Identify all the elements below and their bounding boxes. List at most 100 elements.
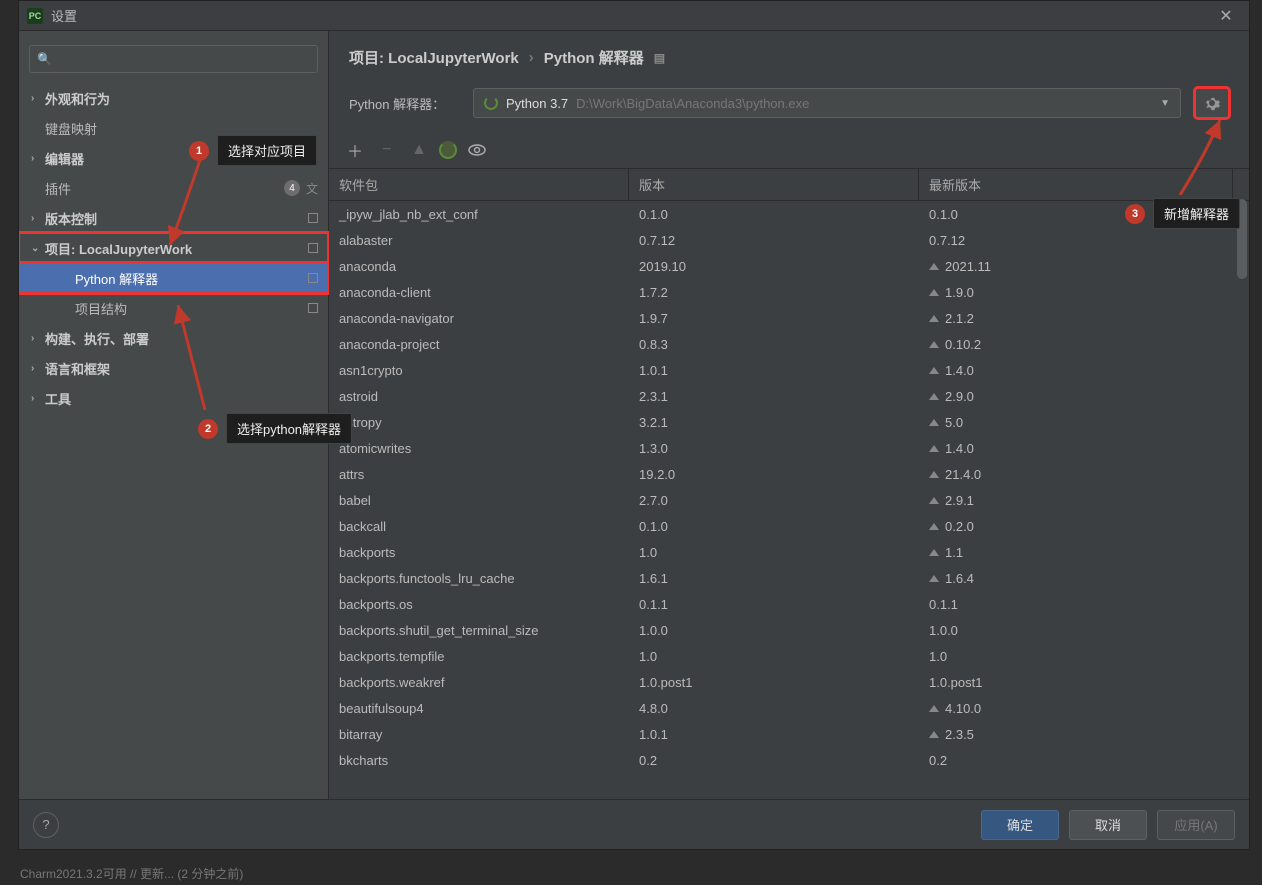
sidebar-item-10[interactable]: ›工具 — [19, 383, 328, 413]
upgrade-available-icon — [929, 523, 939, 530]
sidebar-item-2[interactable]: ›编辑器 — [19, 143, 328, 173]
package-name: attrs — [329, 467, 629, 482]
expander-icon: › — [31, 333, 45, 344]
package-name: bitarray — [329, 727, 629, 742]
package-name: anaconda-navigator — [329, 311, 629, 326]
sidebar-item-5[interactable]: ⌄项目: LocalJupyterWork — [19, 233, 328, 263]
package-table-header: 软件包 版本 最新版本 — [329, 169, 1249, 201]
package-name: astroid — [329, 389, 629, 404]
package-row[interactable]: asn1crypto1.0.11.4.0 — [329, 357, 1249, 383]
sidebar-item-9[interactable]: ›语言和框架 — [19, 353, 328, 383]
package-name: backports.functools_lru_cache — [329, 571, 629, 586]
package-latest: 2.1.2 — [919, 311, 1233, 326]
package-row[interactable]: alabaster0.7.120.7.12 — [329, 227, 1249, 253]
col-header-latest[interactable]: 最新版本 — [919, 169, 1233, 200]
package-name: anaconda — [329, 259, 629, 274]
package-row[interactable]: _ipyw_jlab_nb_ext_conf0.1.00.1.0 — [329, 201, 1249, 227]
package-version: 2019.10 — [629, 259, 919, 274]
package-latest: 1.0 — [919, 649, 1233, 664]
interpreter-select[interactable]: Python 3.7 D:\Work\BigData\Anaconda3\pyt… — [473, 88, 1181, 118]
col-header-package[interactable]: 软件包 — [329, 169, 629, 200]
config-scope-icon — [308, 213, 318, 223]
package-row[interactable]: attrs19.2.021.4.0 — [329, 461, 1249, 487]
package-version: 2.3.1 — [629, 389, 919, 404]
upgrade-available-icon — [929, 471, 939, 478]
sidebar-tree: ›外观和行为键盘映射›编辑器插件4文›版本控制⌄项目: LocalJupyter… — [19, 79, 328, 417]
sidebar-item-7[interactable]: 项目结构 — [19, 293, 328, 323]
package-latest: 2.3.5 — [919, 727, 1233, 742]
package-row[interactable]: backports.functools_lru_cache1.6.11.6.4 — [329, 565, 1249, 591]
expander-icon: › — [31, 393, 45, 404]
close-button[interactable]: ✕ — [1211, 1, 1241, 31]
col-header-version[interactable]: 版本 — [629, 169, 919, 200]
sidebar-search-input[interactable] — [29, 45, 318, 73]
sidebar-item-4[interactable]: ›版本控制 — [19, 203, 328, 233]
upgrade-available-icon — [929, 705, 939, 712]
package-row[interactable]: astropy3.2.15.0 — [329, 409, 1249, 435]
sidebar-item-label: 编辑器 — [45, 149, 318, 168]
upgrade-available-icon — [929, 497, 939, 504]
titlebar: PC 设置 ✕ — [19, 1, 1249, 31]
package-version: 3.2.1 — [629, 415, 919, 430]
package-latest: 1.0.0 — [919, 623, 1233, 638]
package-row[interactable]: backports.tempfile1.01.0 — [329, 643, 1249, 669]
package-row[interactable]: anaconda2019.102021.11 — [329, 253, 1249, 279]
sidebar-item-label: 键盘映射 — [45, 119, 318, 138]
package-version: 4.8.0 — [629, 701, 919, 716]
show-early-releases-button[interactable] — [465, 138, 489, 162]
package-row[interactable]: anaconda-project0.8.30.10.2 — [329, 331, 1249, 357]
package-row[interactable]: backports1.01.1 — [329, 539, 1249, 565]
sidebar-item-3[interactable]: 插件4文 — [19, 173, 328, 203]
package-row[interactable]: backports.shutil_get_terminal_size1.0.01… — [329, 617, 1249, 643]
sidebar-item-8[interactable]: ›构建、执行、部署 — [19, 323, 328, 353]
package-name: beautifulsoup4 — [329, 701, 629, 716]
sidebar-item-label: 语言和框架 — [45, 359, 318, 378]
package-row[interactable]: anaconda-client1.7.21.9.0 — [329, 279, 1249, 305]
add-package-button[interactable]: ＋ — [343, 138, 367, 162]
package-version: 1.0 — [629, 649, 919, 664]
package-latest: 0.1.1 — [919, 597, 1233, 612]
dialog-footer: ? 确定 取消 应用(A) — [19, 799, 1249, 849]
col-header-scroll — [1233, 169, 1249, 200]
package-row[interactable]: babel2.7.02.9.1 — [329, 487, 1249, 513]
package-row[interactable]: bitarray1.0.12.3.5 — [329, 721, 1249, 747]
upgrade-available-icon — [929, 367, 939, 374]
package-row[interactable]: astroid2.3.12.9.0 — [329, 383, 1249, 409]
package-version: 0.8.3 — [629, 337, 919, 352]
sidebar-item-1[interactable]: 键盘映射 — [19, 113, 328, 143]
apply-button[interactable]: 应用(A) — [1157, 810, 1235, 840]
interpreter-gear-button[interactable] — [1195, 88, 1229, 118]
upgrade-package-button[interactable]: ▲ — [407, 138, 431, 162]
package-row[interactable]: backports.os0.1.10.1.1 — [329, 591, 1249, 617]
package-row[interactable]: backports.weakref1.0.post11.0.post1 — [329, 669, 1249, 695]
package-row[interactable]: atomicwrites1.3.01.4.0 — [329, 435, 1249, 461]
package-version: 2.7.0 — [629, 493, 919, 508]
sidebar-item-6[interactable]: Python 解释器 — [19, 263, 328, 293]
package-row[interactable]: beautifulsoup44.8.04.10.0 — [329, 695, 1249, 721]
package-row[interactable]: anaconda-navigator1.9.72.1.2 — [329, 305, 1249, 331]
sidebar-item-0[interactable]: ›外观和行为 — [19, 83, 328, 113]
package-row[interactable]: bkcharts0.20.2 — [329, 747, 1249, 773]
lang-icon: 文 — [306, 180, 318, 197]
sidebar-item-tail — [308, 243, 318, 253]
ok-button[interactable]: 确定 — [981, 810, 1059, 840]
sidebar-item-label: 项目: LocalJupyterWork — [45, 239, 308, 258]
package-name: backports.shutil_get_terminal_size — [329, 623, 629, 638]
ide-statusbar: Charm2021.3.2可用 // 更新... (2 分钟之前) — [0, 861, 1262, 885]
sidebar-inner: 🔍 ›外观和行为键盘映射›编辑器插件4文›版本控制⌄项目: LocalJupyt… — [19, 31, 328, 799]
package-latest: 5.0 — [919, 415, 1233, 430]
package-version: 0.2 — [629, 753, 919, 768]
cancel-button[interactable]: 取消 — [1069, 810, 1147, 840]
remove-package-button[interactable]: − — [375, 138, 399, 162]
scrollbar-thumb[interactable] — [1237, 199, 1247, 279]
package-row[interactable]: backcall0.1.00.2.0 — [329, 513, 1249, 539]
sidebar-item-tail — [308, 303, 318, 313]
help-button[interactable]: ? — [33, 812, 59, 838]
config-scope-icon — [308, 273, 318, 283]
chevron-down-icon: ▼ — [1160, 98, 1170, 109]
package-name: backports — [329, 545, 629, 560]
upgrade-available-icon — [929, 263, 939, 270]
refresh-button[interactable] — [439, 141, 457, 159]
sidebar-search-wrap: 🔍 — [19, 39, 328, 79]
sidebar-item-label: 插件 — [45, 179, 284, 198]
